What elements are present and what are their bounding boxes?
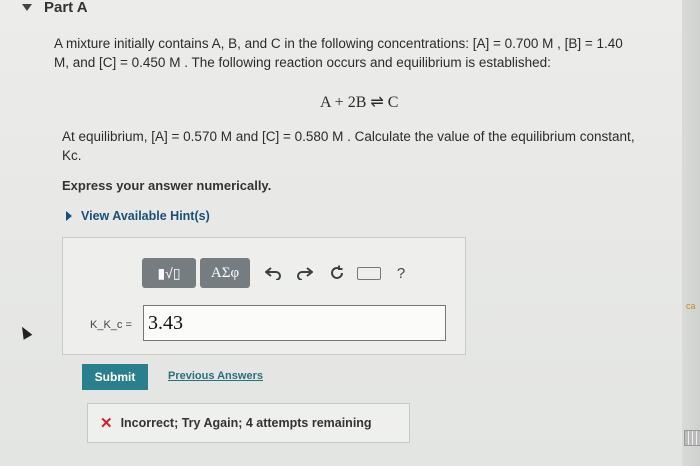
redo-icon[interactable] <box>292 258 318 288</box>
answer-instruction: Express your answer numerically. <box>62 178 272 193</box>
right-panel-edge <box>682 0 700 466</box>
part-title: Part A <box>44 0 88 16</box>
keyboard-icon[interactable] <box>356 258 382 288</box>
problem-line-4: Kc. <box>62 148 82 163</box>
previous-answers-link[interactable]: Previous Answers <box>168 370 263 382</box>
feedback-message: ✕ Incorrect; Try Again; 4 attempts remai… <box>87 403 410 443</box>
problem-line-2: M, and [C] = 0.450 M . The following rea… <box>54 55 551 70</box>
page: Part A A mixture initially contains A, B… <box>0 0 700 466</box>
mouse-cursor-icon <box>17 324 33 340</box>
incorrect-x-icon: ✕ <box>100 415 113 432</box>
math-toolbar: ▮√▯ ΑΣφ ? <box>142 257 414 289</box>
problem-statement: A mixture initially contains A, B, and C… <box>54 34 684 72</box>
view-hints-toggle[interactable]: View Available Hint(s) <box>66 209 210 223</box>
answer-input[interactable]: 3.43 <box>143 305 446 341</box>
problem-line-3: At equilibrium, [A] = 0.570 M and [C] = … <box>62 129 635 144</box>
reaction-equation: A + 2B ⇌ C <box>320 94 399 111</box>
submit-button[interactable]: Submit <box>82 364 148 390</box>
greek-symbols-button[interactable]: ΑΣφ <box>200 258 250 288</box>
hints-label: View Available Hint(s) <box>81 209 210 223</box>
reset-icon[interactable] <box>324 258 350 288</box>
edge-label: ca <box>686 301 696 311</box>
feedback-text: Incorrect; Try Again; 4 attempts remaini… <box>120 416 372 430</box>
equilibrium-statement: At equilibrium, [A] = 0.570 M and [C] = … <box>62 127 672 165</box>
part-header[interactable]: Part A <box>22 0 88 16</box>
undo-icon[interactable] <box>260 258 286 288</box>
help-icon[interactable]: ? <box>388 258 414 288</box>
expand-caret-icon <box>66 211 72 221</box>
grid-icon[interactable] <box>684 430 700 446</box>
problem-line-1: A mixture initially contains A, B, and C… <box>54 36 623 51</box>
templates-button[interactable]: ▮√▯ <box>142 258 196 288</box>
collapse-caret-icon[interactable] <box>22 3 32 11</box>
answer-label: K_K_c = <box>90 319 132 331</box>
